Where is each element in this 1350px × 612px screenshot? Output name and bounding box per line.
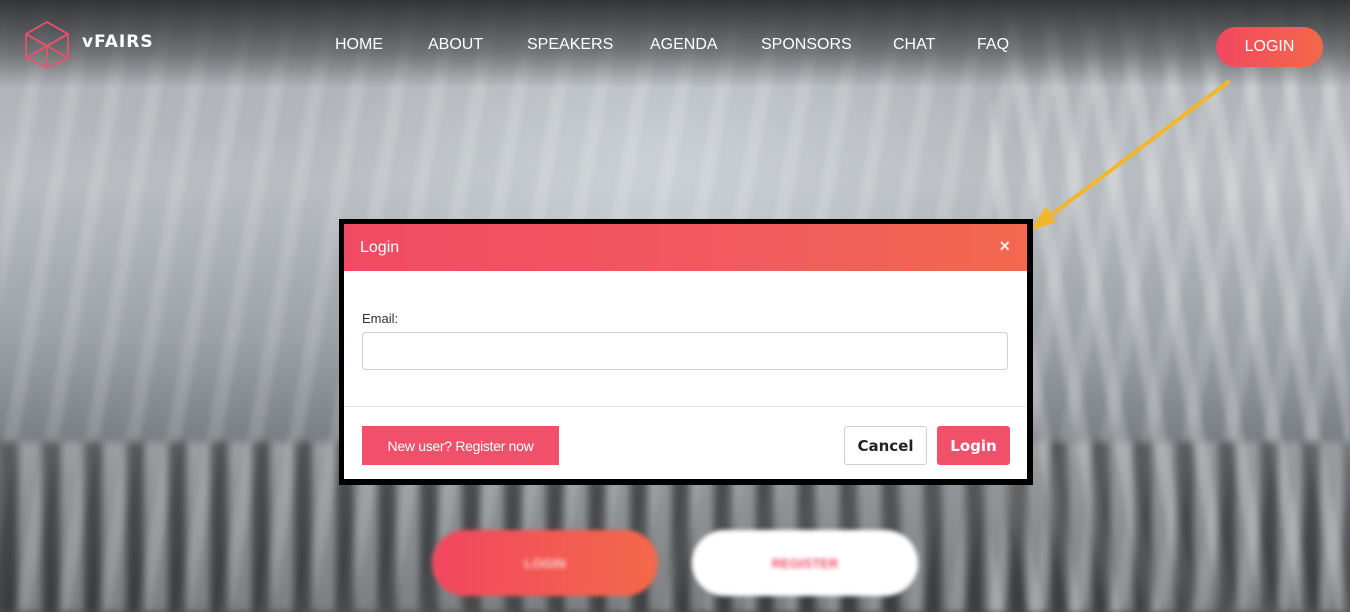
nav-item-agenda[interactable]: AGENDA — [650, 36, 718, 54]
email-field[interactable] — [362, 332, 1008, 370]
nav-item-about[interactable]: ABOUT — [428, 36, 483, 54]
hero-register-button: REGISTER — [692, 530, 918, 596]
brand-name: vFAIRS — [82, 32, 154, 52]
close-icon[interactable]: × — [999, 236, 1010, 257]
modal-title: Login — [360, 239, 400, 256]
top-navbar: vFAIRS HOME ABOUT SPEAKERS AGENDA SPONSO… — [0, 0, 1350, 88]
nav-item-speakers[interactable]: SPEAKERS — [527, 36, 613, 54]
page: LOGIN REGISTER vFAIRS HOME ABOUT SPEAKER… — [0, 0, 1350, 612]
nav-item-home[interactable]: HOME — [335, 36, 383, 54]
cube-outline-icon — [25, 21, 69, 69]
nav-item-faq[interactable]: FAQ — [977, 36, 1009, 54]
hero-login-button: LOGIN — [432, 530, 658, 596]
hero-login-label: LOGIN — [524, 555, 566, 571]
brand-logo[interactable]: vFAIRS — [22, 20, 154, 70]
hero-register-label: REGISTER — [771, 555, 839, 571]
cancel-button[interactable]: Cancel — [844, 426, 927, 465]
login-modal: Login × Email: New user? Register now Ca… — [344, 224, 1027, 479]
register-now-button[interactable]: New user? Register now — [362, 426, 559, 465]
email-label: Email: — [362, 311, 399, 326]
nav-login-button[interactable]: LOGIN — [1216, 27, 1323, 67]
login-submit-button[interactable]: Login — [937, 426, 1010, 465]
nav-item-sponsors[interactable]: SPONSORS — [761, 36, 852, 54]
modal-body: Email: — [344, 271, 1027, 407]
modal-footer: New user? Register now Cancel Login — [344, 407, 1027, 479]
modal-header: Login × — [344, 224, 1027, 271]
nav-item-chat[interactable]: CHAT — [893, 36, 935, 54]
